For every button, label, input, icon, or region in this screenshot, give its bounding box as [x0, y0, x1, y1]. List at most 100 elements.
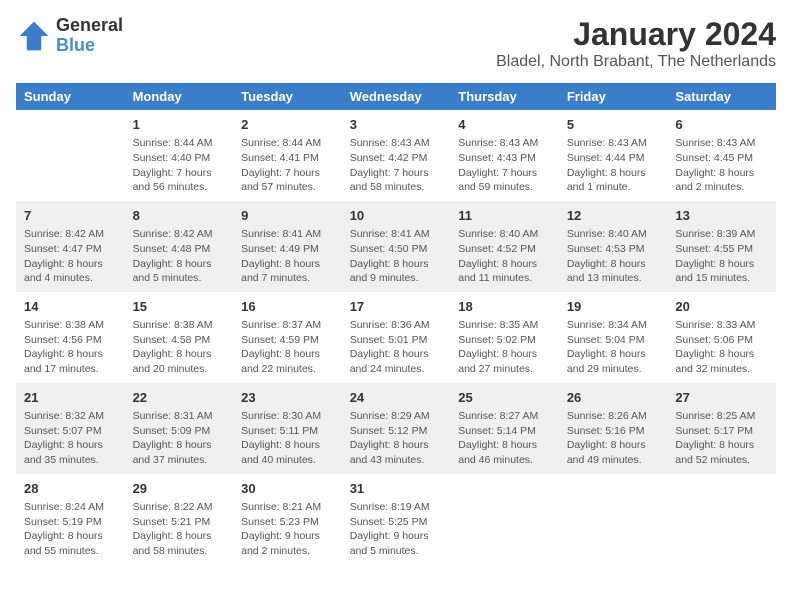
day-number: 23 — [241, 389, 334, 407]
cell-w0-d1: 1Sunrise: 8:44 AMSunset: 4:40 PMDaylight… — [125, 110, 234, 201]
day-info: Sunrise: 8:39 AMSunset: 4:55 PMDaylight:… — [675, 227, 768, 286]
day-info: Sunrise: 8:43 AMSunset: 4:44 PMDaylight:… — [567, 136, 660, 195]
day-info: Sunrise: 8:35 AMSunset: 5:02 PMDaylight:… — [458, 318, 551, 377]
day-number: 4 — [458, 116, 551, 134]
col-friday: Friday — [559, 83, 668, 110]
cell-w2-d1: 15Sunrise: 8:38 AMSunset: 4:58 PMDayligh… — [125, 292, 234, 383]
day-number: 13 — [675, 207, 768, 225]
cell-w3-d1: 22 Sunrise: 8:31 AMSunset: 5:09 PMDayligh… — [125, 383, 234, 474]
week-row-4: 21 Sunrise: 8:32 AMSunset: 5:07 PMDayligh… — [16, 383, 776, 474]
col-wednesday: Wednesday — [342, 83, 451, 110]
cell-w4-d1: 29 Sunrise: 8:22 AMSunset: 5:21 PMDayligh… — [125, 474, 234, 565]
cell-w1-d5: 12Sunrise: 8:40 AMSunset: 4:53 PMDayligh… — [559, 201, 668, 292]
logo-line2: Blue — [56, 36, 123, 56]
day-info: Sunrise: 8:34 AMSunset: 5:04 PMDaylight:… — [567, 318, 660, 377]
logo-text: General Blue — [56, 16, 123, 56]
day-number: 15 — [133, 298, 226, 316]
cell-w0-d4: 4 Sunrise: 8:43 AMSunset: 4:43 PMDaylight… — [450, 110, 559, 201]
day-number: 17 — [350, 298, 443, 316]
logo: General Blue — [16, 16, 123, 56]
day-info: Sunrise: 8:31 AMSunset: 5:09 PMDaylight:… — [133, 409, 226, 468]
header-row: Sunday Monday Tuesday Wednesday Thursday… — [16, 83, 776, 110]
cell-w1-d1: 8 Sunrise: 8:42 AMSunset: 4:48 PMDaylight… — [125, 201, 234, 292]
day-info: Sunrise: 8:40 AMSunset: 4:53 PMDaylight:… — [567, 227, 660, 286]
cell-w1-d3: 10Sunrise: 8:41 AMSunset: 4:50 PMDayligh… — [342, 201, 451, 292]
week-row-1: 1Sunrise: 8:44 AMSunset: 4:40 PMDaylight… — [16, 110, 776, 201]
day-number: 16 — [241, 298, 334, 316]
cell-w4-d6 — [667, 474, 776, 565]
cell-w3-d5: 26 Sunrise: 8:26 AMSunset: 5:16 PMDayligh… — [559, 383, 668, 474]
day-number: 7 — [24, 207, 117, 225]
day-info: Sunrise: 8:36 AMSunset: 5:01 PMDaylight:… — [350, 318, 443, 377]
cell-w0-d3: 3 Sunrise: 8:43 AMSunset: 4:42 PMDaylight… — [342, 110, 451, 201]
cell-w3-d6: 27 Sunrise: 8:25 AMSunset: 5:17 PMDayligh… — [667, 383, 776, 474]
cell-w0-d6: 6 Sunrise: 8:43 AMSunset: 4:45 PMDaylight… — [667, 110, 776, 201]
col-saturday: Saturday — [667, 83, 776, 110]
day-info: Sunrise: 8:30 AMSunset: 5:11 PMDaylight:… — [241, 409, 334, 468]
day-info: Sunrise: 8:19 AMSunset: 5:25 PMDaylight:… — [350, 500, 443, 559]
day-number: 26 — [567, 389, 660, 407]
cell-w4-d4 — [450, 474, 559, 565]
cell-w0-d5: 5 Sunrise: 8:43 AMSunset: 4:44 PMDaylight… — [559, 110, 668, 201]
day-number: 25 — [458, 389, 551, 407]
day-number: 2 — [241, 116, 334, 134]
col-monday: Monday — [125, 83, 234, 110]
day-number: 6 — [675, 116, 768, 134]
calendar-table: Sunday Monday Tuesday Wednesday Thursday… — [16, 83, 776, 565]
day-info: Sunrise: 8:26 AMSunset: 5:16 PMDaylight:… — [567, 409, 660, 468]
cell-w3-d0: 21 Sunrise: 8:32 AMSunset: 5:07 PMDayligh… — [16, 383, 125, 474]
day-number: 22 — [133, 389, 226, 407]
day-info: Sunrise: 8:33 AMSunset: 5:06 PMDaylight:… — [675, 318, 768, 377]
cell-w3-d4: 25 Sunrise: 8:27 AMSunset: 5:14 PMDayligh… — [450, 383, 559, 474]
cell-w2-d0: 14Sunrise: 8:38 AMSunset: 4:56 PMDayligh… — [16, 292, 125, 383]
day-info: Sunrise: 8:25 AMSunset: 5:17 PMDaylight:… — [675, 409, 768, 468]
day-info: Sunrise: 8:38 AMSunset: 4:56 PMDaylight:… — [24, 318, 117, 377]
day-number: 27 — [675, 389, 768, 407]
day-number: 29 — [133, 480, 226, 498]
day-number: 31 — [350, 480, 443, 498]
day-number: 24 — [350, 389, 443, 407]
day-number: 10 — [350, 207, 443, 225]
cell-w4-d0: 28Sunrise: 8:24 AMSunset: 5:19 PMDayligh… — [16, 474, 125, 565]
day-info: Sunrise: 8:21 AMSunset: 5:23 PMDaylight:… — [241, 500, 334, 559]
cell-w2-d3: 17 Sunrise: 8:36 AMSunset: 5:01 PMDayligh… — [342, 292, 451, 383]
day-info: Sunrise: 8:43 AMSunset: 4:42 PMDaylight:… — [350, 136, 443, 195]
cell-w2-d5: 19Sunrise: 8:34 AMSunset: 5:04 PMDayligh… — [559, 292, 668, 383]
day-number: 30 — [241, 480, 334, 498]
day-info: Sunrise: 8:43 AMSunset: 4:43 PMDaylight:… — [458, 136, 551, 195]
week-row-3: 14Sunrise: 8:38 AMSunset: 4:56 PMDayligh… — [16, 292, 776, 383]
cell-w3-d2: 23 Sunrise: 8:30 AMSunset: 5:11 PMDayligh… — [233, 383, 342, 474]
day-info: Sunrise: 8:42 AMSunset: 4:47 PMDaylight:… — [24, 227, 117, 286]
day-info: Sunrise: 8:44 AMSunset: 4:41 PMDaylight:… — [241, 136, 334, 195]
day-number: 21 — [24, 389, 117, 407]
cell-w1-d2: 9Sunrise: 8:41 AMSunset: 4:49 PMDaylight… — [233, 201, 342, 292]
day-info: Sunrise: 8:43 AMSunset: 4:45 PMDaylight:… — [675, 136, 768, 195]
day-info: Sunrise: 8:44 AMSunset: 4:40 PMDaylight:… — [133, 136, 226, 195]
cell-w1-d6: 13 Sunrise: 8:39 AMSunset: 4:55 PMDayligh… — [667, 201, 776, 292]
day-number: 8 — [133, 207, 226, 225]
week-row-5: 28Sunrise: 8:24 AMSunset: 5:19 PMDayligh… — [16, 474, 776, 565]
day-info: Sunrise: 8:24 AMSunset: 5:19 PMDaylight:… — [24, 500, 117, 559]
day-info: Sunrise: 8:27 AMSunset: 5:14 PMDaylight:… — [458, 409, 551, 468]
cell-w1-d0: 7 Sunrise: 8:42 AMSunset: 4:47 PMDaylight… — [16, 201, 125, 292]
subtitle: Bladel, North Brabant, The Netherlands — [496, 53, 776, 71]
cell-w4-d2: 30 Sunrise: 8:21 AMSunset: 5:23 PMDayligh… — [233, 474, 342, 565]
day-number: 9 — [241, 207, 334, 225]
col-sunday: Sunday — [16, 83, 125, 110]
day-info: Sunrise: 8:42 AMSunset: 4:48 PMDaylight:… — [133, 227, 226, 286]
main-title: January 2024 — [496, 16, 776, 53]
day-info: Sunrise: 8:32 AMSunset: 5:07 PMDaylight:… — [24, 409, 117, 468]
calendar-header: Sunday Monday Tuesday Wednesday Thursday… — [16, 83, 776, 110]
cell-w4-d3: 31 Sunrise: 8:19 AMSunset: 5:25 PMDayligh… — [342, 474, 451, 565]
day-info: Sunrise: 8:40 AMSunset: 4:52 PMDaylight:… — [458, 227, 551, 286]
col-tuesday: Tuesday — [233, 83, 342, 110]
day-info: Sunrise: 8:37 AMSunset: 4:59 PMDaylight:… — [241, 318, 334, 377]
cell-w4-d5 — [559, 474, 668, 565]
day-info: Sunrise: 8:22 AMSunset: 5:21 PMDaylight:… — [133, 500, 226, 559]
day-number: 5 — [567, 116, 660, 134]
page-header: General Blue January 2024 Bladel, North … — [16, 16, 776, 71]
title-block: January 2024 Bladel, North Brabant, The … — [496, 16, 776, 71]
cell-w1-d4: 11Sunrise: 8:40 AMSunset: 4:52 PMDayligh… — [450, 201, 559, 292]
day-number: 3 — [350, 116, 443, 134]
cell-w2-d2: 16 Sunrise: 8:37 AMSunset: 4:59 PMDayligh… — [233, 292, 342, 383]
